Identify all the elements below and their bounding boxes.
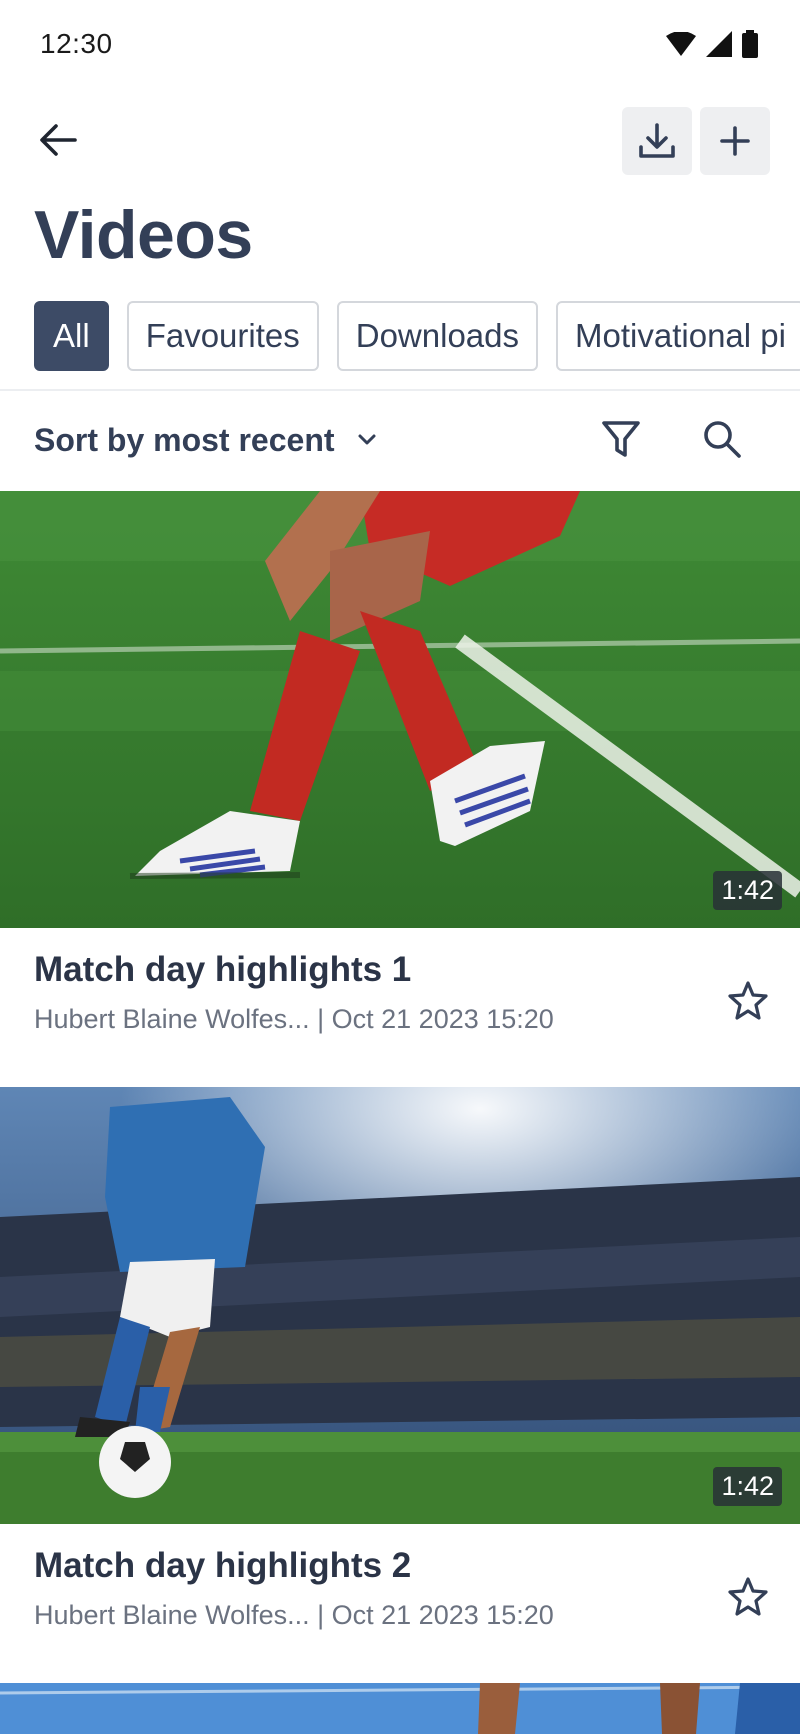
favourite-button[interactable]	[722, 1570, 774, 1622]
download-button[interactable]	[622, 107, 692, 175]
filter-icon	[602, 421, 640, 457]
chip-all[interactable]: All	[34, 301, 109, 371]
search-icon	[704, 421, 741, 458]
video-title: Match day highlights 1	[34, 950, 412, 989]
filter-chips: All Favourites Downloads Motivational pi	[34, 301, 800, 371]
chip-favourites[interactable]: Favourites	[126, 301, 319, 371]
add-button[interactable]	[700, 107, 770, 175]
video-info: Match day highlights 2 Hubert Blaine Wol…	[0, 1524, 800, 1682]
thumbnail-image-soccer-cleats	[0, 491, 800, 928]
page-title: Videos	[34, 197, 253, 273]
video-title: Match day highlights 2	[34, 1546, 412, 1585]
arrow-left-icon	[40, 124, 77, 156]
battery-icon	[742, 30, 758, 58]
download-icon	[639, 123, 675, 158]
star-outline-icon	[728, 981, 768, 1020]
wifi-icon	[666, 32, 696, 56]
filter-button[interactable]	[596, 414, 646, 464]
thumbnail-image-sky	[0, 1683, 800, 1734]
divider	[0, 389, 800, 391]
search-button[interactable]	[697, 414, 747, 464]
video-thumbnail[interactable]: 1:42	[0, 491, 800, 928]
video-meta: Hubert Blaine Wolfes... | Oct 21 2023 15…	[34, 1004, 554, 1034]
video-card[interactable]: 1:42 Match day highlights 1 Hubert Blain…	[0, 491, 800, 1086]
video-thumbnail[interactable]: 1:42	[0, 1087, 800, 1524]
sort-label: Sort by most recent	[34, 421, 335, 458]
video-card[interactable]	[0, 1683, 800, 1734]
back-button[interactable]	[34, 116, 82, 164]
status-bar: 12:30	[0, 0, 800, 90]
chevron-down-icon	[358, 434, 376, 445]
star-outline-icon	[728, 1577, 768, 1616]
videos-screen: 12:30 Videos All Favourites Downloads Mo…	[0, 0, 800, 1734]
video-duration: 1:42	[713, 871, 782, 910]
plus-icon	[720, 126, 750, 156]
video-thumbnail[interactable]	[0, 1683, 800, 1734]
signal-icon	[706, 31, 732, 57]
sort-dropdown[interactable]: Sort by most recent	[34, 415, 377, 465]
status-time: 12:30	[40, 28, 113, 59]
favourite-button[interactable]	[722, 974, 774, 1026]
chip-motivational[interactable]: Motivational pi	[556, 301, 800, 371]
status-icons	[666, 30, 758, 58]
chip-downloads[interactable]: Downloads	[336, 301, 539, 371]
video-card[interactable]: 1:42 Match day highlights 2 Hubert Blain…	[0, 1087, 800, 1682]
video-duration: 1:42	[713, 1467, 782, 1506]
video-info: Match day highlights 1 Hubert Blaine Wol…	[0, 928, 800, 1086]
video-meta: Hubert Blaine Wolfes... | Oct 21 2023 15…	[34, 1600, 554, 1630]
thumbnail-image-stadium-player	[0, 1087, 800, 1524]
